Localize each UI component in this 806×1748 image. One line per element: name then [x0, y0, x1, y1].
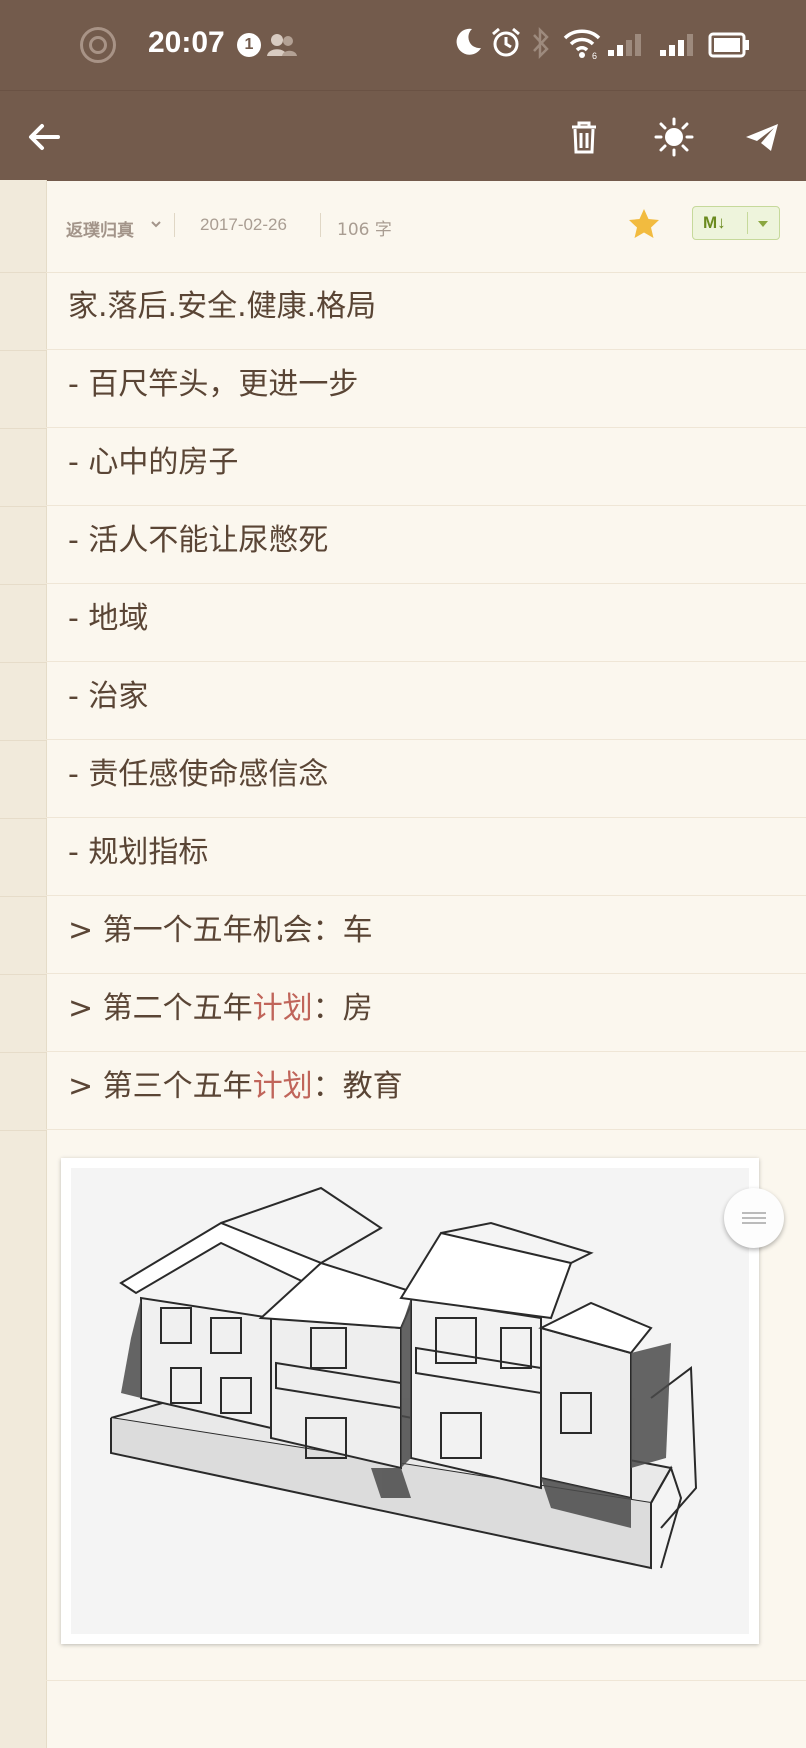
divider: [174, 213, 175, 237]
divider: [0, 506, 46, 507]
note-line[interactable]: 家.落后.安全.健康.格局: [46, 272, 806, 350]
markdown-label: M↓: [703, 213, 726, 232]
divider: [747, 212, 748, 234]
signal-icon: [608, 34, 641, 56]
toolbar: [0, 90, 806, 181]
markdown-format-button[interactable]: M↓: [692, 206, 780, 240]
handle-line: [742, 1217, 766, 1219]
divider: [0, 662, 46, 663]
bluetooth-icon: [533, 26, 549, 60]
divider: [0, 272, 46, 273]
note-line[interactable]: - 责任感使命感信念: [46, 740, 806, 818]
handle-line: [742, 1212, 766, 1214]
moon-icon: [456, 28, 481, 55]
note-line[interactable]: - 活人不能让尿憋死: [46, 506, 806, 584]
app-ring-icon: [80, 27, 116, 63]
divider: [0, 896, 46, 897]
divider: [0, 1130, 46, 1131]
line-text: ：房: [312, 991, 373, 1026]
line-text: > 第二个五年: [68, 991, 253, 1026]
highlighted-word: 计划: [252, 991, 313, 1026]
note-date: 2017-02-26: [200, 215, 287, 234]
note-line[interactable]: > 第二个五年计划：房: [46, 974, 806, 1052]
left-margin: [0, 180, 47, 1748]
wifi-icon: 6: [563, 29, 601, 60]
note-body[interactable]: 家.落后.安全.健康.格局 - 百尺竿头，更进一步 - 心中的房子 - 活人不能…: [46, 272, 806, 1130]
note-line[interactable]: - 地域: [46, 584, 806, 662]
back-arrow-icon[interactable]: [20, 113, 68, 161]
divider: [0, 350, 46, 351]
note-line[interactable]: - 心中的房子: [46, 428, 806, 506]
sun-icon[interactable]: [650, 113, 698, 161]
divider: [0, 1052, 46, 1053]
divider: [320, 213, 321, 237]
chevron-down-icon[interactable]: [149, 217, 163, 231]
battery-icon: [708, 32, 749, 58]
trash-icon[interactable]: [560, 113, 608, 161]
divider: [0, 818, 46, 819]
line-text: > 第三个五年: [68, 1069, 253, 1104]
contacts-icon: [267, 34, 297, 56]
house-sketch: [71, 1168, 749, 1634]
send-icon[interactable]: [738, 113, 786, 161]
divider: [0, 974, 46, 975]
star-icon[interactable]: [626, 206, 662, 242]
handle-line: [742, 1222, 766, 1224]
note-line[interactable]: > 第一个五年机会：车: [46, 896, 806, 974]
notebook-selector[interactable]: 返璞归真: [66, 216, 134, 241]
notification-badge: 1: [237, 33, 261, 57]
divider: [0, 740, 46, 741]
signal-icon: [660, 34, 693, 56]
divider: [0, 428, 46, 429]
divider: [0, 584, 46, 585]
word-count: 106 字: [337, 220, 392, 240]
caret-down-icon[interactable]: [757, 220, 769, 228]
svg-text:6: 6: [592, 51, 597, 60]
note-line[interactable]: > 第三个五年计划：教育: [46, 1052, 806, 1130]
note-line[interactable]: - 百尺竿头，更进一步: [46, 350, 806, 428]
embedded-house-sketch-image[interactable]: [61, 1158, 759, 1644]
alarm-icon: [492, 27, 520, 57]
note-line[interactable]: - 规划指标: [46, 818, 806, 896]
status-time: 20:07: [148, 26, 225, 59]
drag-handle[interactable]: [724, 1188, 784, 1248]
highlighted-word: 计划: [252, 1069, 313, 1104]
line-text: ：教育: [312, 1069, 403, 1104]
status-bar: 20:07 1 6: [0, 0, 806, 90]
divider: [46, 1680, 806, 1681]
note-meta-bar: 返璞归真 2017-02-26 106 字 M↓: [46, 180, 806, 273]
note-line[interactable]: - 治家: [46, 662, 806, 740]
